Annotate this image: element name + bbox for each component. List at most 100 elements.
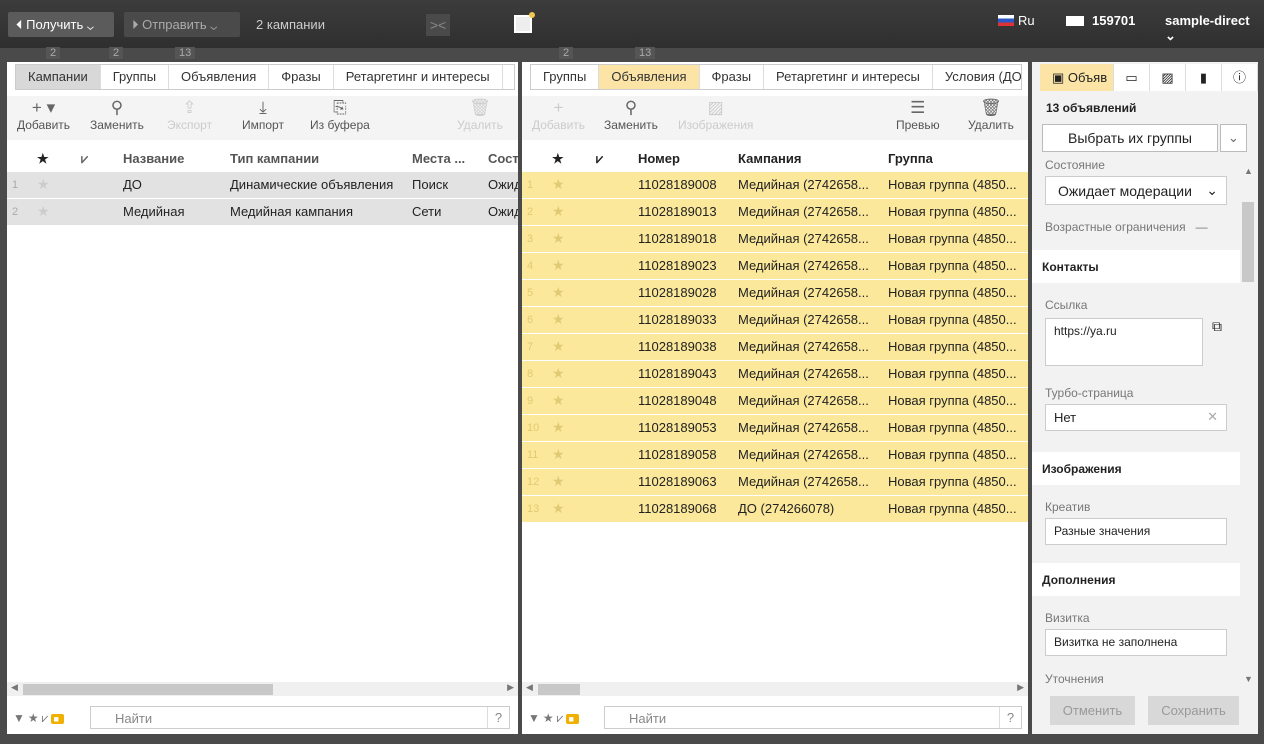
tag-filter-icon[interactable]: ■ <box>51 714 64 724</box>
link-input[interactable]: https://ya.ru <box>1045 318 1203 366</box>
help-icon[interactable]: ? <box>999 707 1021 728</box>
column-header[interactable]: Места ... <box>412 151 480 166</box>
table-row[interactable]: 1 ★ ДО Динамические объявления Поиск Ожи… <box>7 172 518 199</box>
tab-conditions[interactable]: Условия (ДО) <box>503 65 514 89</box>
login-menu[interactable]: sample-direct ⌄ <box>1165 13 1264 44</box>
tab-ads[interactable]: Объявления <box>169 65 270 89</box>
star-filter-icon[interactable]: ★ <box>543 711 557 725</box>
column-header[interactable]: Название <box>123 151 223 166</box>
star-column-icon[interactable]: ★ <box>37 151 49 167</box>
help-icon[interactable]: ? <box>487 707 509 728</box>
status-filter-icon[interactable]: ⩗ <box>42 711 52 725</box>
star-icon[interactable]: ★ <box>552 311 565 328</box>
column-header[interactable]: Тип кампании <box>230 151 405 166</box>
star-icon[interactable]: ★ <box>37 203 50 220</box>
tab-retargeting[interactable]: Ретаргетинг и интересы <box>334 65 503 89</box>
scroll-thumb[interactable] <box>1242 202 1254 282</box>
chevron-down-icon[interactable]: ⌄ <box>1220 124 1247 152</box>
horizontal-scrollbar[interactable]: ◀ ▶ <box>7 682 518 696</box>
export-button[interactable]: ⇪ Экспорт <box>167 98 212 132</box>
star-icon[interactable]: ★ <box>552 365 565 382</box>
table-row[interactable]: 13 ★ 11028189068 ДО (274266078) Новая группа… <box>522 496 1028 523</box>
table-row[interactable]: 11 ★ 11028189058 Медийная (2742658... Новая … <box>522 442 1028 469</box>
send-button[interactable]: ⏵ Отправить ⌄ <box>124 12 240 37</box>
table-row[interactable]: 7 ★ 11028189038 Медийная (2742658... Новая г… <box>522 334 1028 361</box>
scroll-left-icon[interactable]: ◀ <box>11 682 18 693</box>
table-row[interactable]: 4 ★ 11028189023 Медийная (2742658... Новая г… <box>522 253 1028 280</box>
star-icon[interactable]: ★ <box>552 500 565 517</box>
status-filter-icon[interactable]: ⩗ <box>557 711 567 725</box>
scroll-right-icon[interactable]: ▶ <box>507 682 514 693</box>
delete-button[interactable]: 🗑 Удалить <box>457 98 503 132</box>
scroll-left-icon[interactable]: ◀ <box>526 682 533 693</box>
add-button[interactable]: + Добавить <box>532 98 585 132</box>
vcard-input[interactable]: Визитка не заполнена <box>1045 629 1227 656</box>
tab-groups[interactable]: Группы <box>101 65 170 89</box>
tab-campaigns[interactable]: Кампании <box>16 65 101 89</box>
tab-retargeting[interactable]: Ретаргетинг и интересы <box>764 65 933 89</box>
table-row[interactable]: 5 ★ 11028189028 Медийная (2742658... Новая г… <box>522 280 1028 307</box>
star-icon[interactable]: ★ <box>552 473 565 490</box>
turbo-input[interactable]: Нет ✕ <box>1045 404 1227 431</box>
table-row[interactable]: 1 ★ 11028189008 Медийная (2742658... Новая г… <box>522 172 1028 199</box>
horizontal-scrollbar[interactable]: ◀ ▶ <box>522 682 1028 696</box>
tag-filter-icon[interactable]: ■ <box>566 714 579 724</box>
star-icon[interactable]: ★ <box>552 392 565 409</box>
scroll-right-icon[interactable]: ▶ <box>1017 682 1024 693</box>
save-button[interactable]: Сохранить <box>1148 696 1239 725</box>
get-button[interactable]: ⏴ Получить ⌄ <box>8 12 114 37</box>
column-header[interactable]: Состояние <box>488 151 518 166</box>
star-icon[interactable]: ★ <box>552 203 565 220</box>
images-button[interactable]: ▨ Изображения <box>678 98 753 132</box>
tab-phrases[interactable]: Фразы <box>269 65 334 89</box>
image-icon[interactable]: ▨ <box>1150 64 1186 91</box>
vcard-icon[interactable]: ▭ <box>1114 64 1150 91</box>
filter-icon[interactable]: ▼ <box>528 711 543 725</box>
table-row[interactable]: 2 ★ Медийная Медийная кампания Сети Ожид… <box>7 199 518 226</box>
preview-button[interactable]: ☰ Превью <box>896 98 940 132</box>
clear-icon[interactable]: ✕ <box>1207 409 1218 425</box>
import-button[interactable]: ⤓ Импорт <box>242 98 284 132</box>
status-column-icon[interactable]: ⩗ <box>81 151 88 167</box>
star-icon[interactable]: ★ <box>552 338 565 355</box>
star-filter-icon[interactable]: ★ <box>28 711 42 725</box>
column-header[interactable]: Кампания <box>738 151 801 166</box>
info-icon[interactable]: ⓘ <box>1222 64 1258 91</box>
filter-icons[interactable]: ▼★⩗ ■ <box>13 711 64 726</box>
tab-ads[interactable]: Объявления <box>599 65 700 89</box>
account-balance[interactable]: 159701 <box>1066 13 1135 28</box>
add-button[interactable]: + ▾ Добавить <box>17 98 70 132</box>
star-icon[interactable]: ★ <box>552 284 565 301</box>
scroll-thumb[interactable] <box>23 684 273 695</box>
search-input[interactable]: Найти ? <box>604 706 1022 729</box>
from-buffer-button[interactable]: ⎘ Из буфера <box>310 98 370 132</box>
filter-icon[interactable]: ▼ <box>13 711 28 725</box>
creative-input[interactable]: Разные значения <box>1045 518 1227 545</box>
star-column-icon[interactable]: ★ <box>552 151 564 167</box>
delete-button[interactable]: 🗑 Удалить <box>968 98 1014 132</box>
film-icon[interactable] <box>514 12 535 33</box>
scroll-up-icon[interactable]: ▲ <box>1244 166 1253 176</box>
column-header[interactable]: Номер <box>638 151 680 166</box>
cancel-button[interactable]: Отменить <box>1050 696 1135 725</box>
star-icon[interactable]: ★ <box>552 176 565 193</box>
replace-button[interactable]: ⚲ Заменить <box>90 98 144 132</box>
search-input[interactable]: Найти ? <box>90 706 510 729</box>
tab-groups[interactable]: Группы <box>531 65 600 89</box>
star-icon[interactable]: ★ <box>552 230 565 247</box>
table-row[interactable]: 12 ★ 11028189063 Медийная (2742658... Новая … <box>522 469 1028 496</box>
collapse-icon[interactable]: >< <box>426 14 450 36</box>
tab-ads[interactable]: ▣ Объяв <box>1040 64 1114 91</box>
video-icon[interactable]: ▮ <box>1186 64 1222 91</box>
status-column-icon[interactable]: ⩗ <box>596 151 603 167</box>
select-groups-button[interactable]: Выбрать их группы <box>1042 124 1218 152</box>
column-header[interactable]: Группа <box>888 151 933 166</box>
language-selector[interactable]: Ru <box>998 13 1035 28</box>
star-icon[interactable]: ★ <box>552 257 565 274</box>
table-row[interactable]: 9 ★ 11028189048 Медийная (2742658... Новая г… <box>522 388 1028 415</box>
tab-phrases[interactable]: Фразы <box>700 65 765 89</box>
vertical-scrollbar[interactable]: ▲ ▼ <box>1242 166 1256 686</box>
table-row[interactable]: 10 ★ 11028189053 Медийная (2742658... Новая … <box>522 415 1028 442</box>
star-icon[interactable]: ★ <box>552 419 565 436</box>
table-row[interactable]: 8 ★ 11028189043 Медийная (2742658... Новая г… <box>522 361 1028 388</box>
